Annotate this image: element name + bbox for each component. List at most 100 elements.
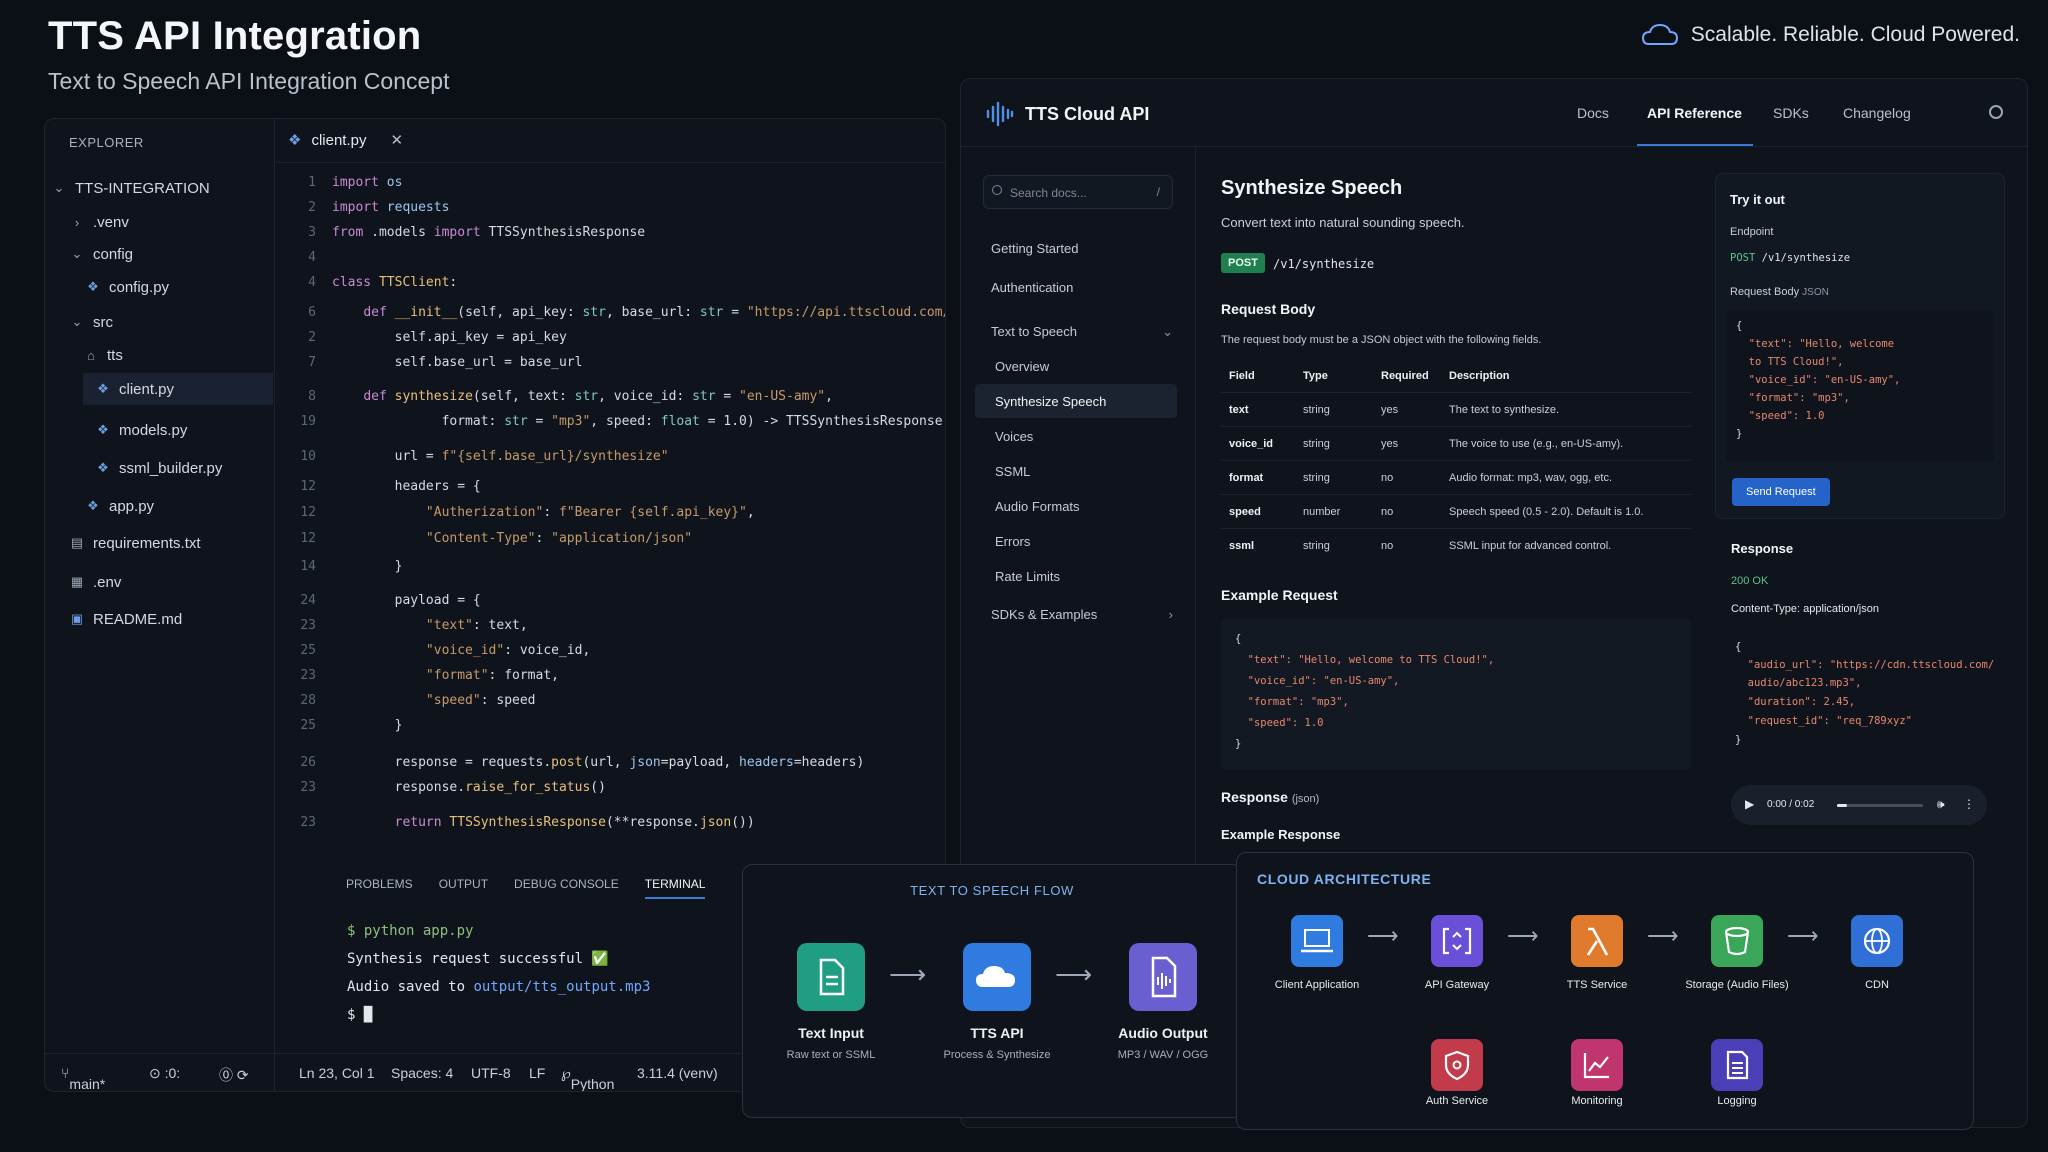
volume-icon[interactable]: 🕪 bbox=[1937, 797, 1945, 812]
arch-label: Auth Service bbox=[1425, 1095, 1489, 1107]
more-icon[interactable]: ⋮ bbox=[1963, 797, 1975, 811]
tree-file-requirements[interactable]: ▤ requirements.txt bbox=[69, 530, 201, 556]
tab-terminal[interactable]: TERMINAL bbox=[644, 863, 706, 899]
arrow-right-icon: ⟶ bbox=[1055, 959, 1093, 989]
send-request-button[interactable]: Send Request bbox=[1732, 478, 1830, 506]
sync-status[interactable]: ⊙ :0: bbox=[149, 1065, 180, 1082]
code-line: 4 class TTSClient: bbox=[308, 275, 458, 290]
endpoint-description: Convert text into natural sounding speec… bbox=[1221, 215, 1465, 230]
audio-time: 0:00 / 0:02 bbox=[1767, 799, 1815, 810]
encoding-status[interactable]: UTF-8 bbox=[471, 1065, 511, 1081]
table-row: voice_id string yes The voice to use (e.g.,… bbox=[1221, 427, 1691, 461]
laptop-icon bbox=[1291, 915, 1343, 967]
tree-root[interactable]: ⌄ TTS-INTEGRATION bbox=[51, 175, 271, 201]
audio-progress-fill bbox=[1837, 804, 1848, 807]
tree-file-app-py[interactable]: ❖ app.py bbox=[85, 493, 154, 519]
chevron-down-icon: ⌄ bbox=[71, 314, 83, 329]
sidebar-item-synthesize-speech[interactable]: Synthesize Speech bbox=[975, 384, 1177, 418]
response-content-type: Content-Type: application/json bbox=[1731, 603, 1879, 615]
play-icon[interactable]: ▶ bbox=[1745, 797, 1754, 811]
sidebar-item-sdks-examples[interactable]: SDKs & Examples › bbox=[991, 607, 1183, 622]
response-heading: Response (json) bbox=[1221, 789, 1320, 805]
tree-file-config-py[interactable]: ❖ config.py bbox=[85, 274, 169, 300]
code-line: 28 "speed": speed bbox=[300, 693, 536, 708]
code-line: 4 bbox=[308, 250, 316, 265]
tree-file-client-py[interactable]: ❖ client.py bbox=[83, 373, 273, 405]
terminal-command: $ python app.py bbox=[347, 923, 474, 939]
log-icon bbox=[1711, 1039, 1763, 1091]
flow-label: TTS API bbox=[970, 1025, 1024, 1041]
sidebar-item-audio-formats[interactable]: Audio Formats bbox=[995, 499, 1080, 514]
interpreter-status[interactable]: 3.11.4 (venv) bbox=[637, 1065, 718, 1081]
markdown-file-icon: ▣ bbox=[70, 611, 84, 626]
tree-folder-config[interactable]: ⌄ config bbox=[69, 241, 133, 267]
gateway-icon bbox=[1431, 915, 1483, 967]
flow-sublabel: Raw text or SSML bbox=[786, 1049, 876, 1061]
code-line: 19 format: str = "mp3", speed: float = 1… bbox=[300, 414, 946, 429]
flow-sublabel: MP3 / WAV / OGG bbox=[1117, 1049, 1209, 1061]
code-line: } bbox=[1235, 738, 1242, 750]
tab-label: client.py bbox=[311, 131, 367, 149]
code-area[interactable]: 1 import os 2 import requests 3 from .model… bbox=[276, 175, 945, 975]
table-header: Field Type Required Description bbox=[1221, 359, 1691, 393]
example-response-heading: Example Response bbox=[1221, 827, 1341, 842]
arch-label: Client Application bbox=[1274, 979, 1360, 991]
code-line: 24 payload = { bbox=[300, 593, 481, 608]
indent-status[interactable]: Spaces: 4 bbox=[391, 1065, 453, 1081]
sidebar-item-errors[interactable]: Errors bbox=[995, 534, 1030, 549]
tagline: Scalable. Reliable. Cloud Powered. bbox=[1641, 22, 2020, 48]
tree-label: config.py bbox=[109, 278, 170, 296]
endpoint-title: Synthesize Speech bbox=[1221, 177, 1403, 199]
table-row: ssml string no SSML input for advanced cont… bbox=[1229, 540, 1612, 552]
tab-debug-console[interactable]: DEBUG CONSOLE bbox=[514, 863, 619, 899]
nav-api-reference[interactable]: API Reference bbox=[1647, 105, 1742, 121]
tree-folder-src[interactable]: ⌄ src bbox=[69, 309, 113, 335]
code-line: 12 headers = { bbox=[300, 479, 481, 494]
tab-client-py[interactable]: ❖ client.py ✕ bbox=[288, 131, 403, 150]
tree-folder-venv[interactable]: › .venv bbox=[69, 209, 129, 235]
nav-sdks[interactable]: SDKs bbox=[1773, 105, 1809, 121]
brand[interactable]: TTS Cloud API bbox=[985, 101, 1149, 127]
git-branch[interactable]: ⑂ main* bbox=[61, 1065, 105, 1091]
sidebar-item-getting-started[interactable]: Getting Started bbox=[991, 241, 1078, 256]
sidebar-item-voices[interactable]: Voices bbox=[995, 429, 1033, 444]
warnings-status[interactable]: ⓪ ⟳ bbox=[219, 1065, 249, 1085]
cursor-position[interactable]: Ln 23, Col 1 bbox=[299, 1065, 375, 1081]
tree-label: TTS-INTEGRATION bbox=[75, 179, 210, 197]
sidebar-item-rate-limits[interactable]: Rate Limits bbox=[995, 569, 1060, 584]
code-line: 25 "voice_id": voice_id, bbox=[300, 643, 591, 658]
tree-file-ssml-builder-py[interactable]: ❖ ssml_builder.py bbox=[95, 455, 222, 481]
sidebar-item-authentication[interactable]: Authentication bbox=[991, 280, 1073, 295]
try-endpoint: POST /v1/synthesize bbox=[1730, 252, 1851, 264]
tree-file-env[interactable]: ▦ .env bbox=[69, 569, 122, 595]
tree-label: src bbox=[93, 313, 113, 331]
nav-docs[interactable]: Docs bbox=[1577, 105, 1609, 121]
close-icon[interactable]: ✕ bbox=[390, 131, 403, 149]
code-line: 2 self.api_key = api_key bbox=[308, 330, 567, 345]
sidebar-item-ssml[interactable]: SSML bbox=[995, 464, 1030, 479]
tree-file-models-py[interactable]: ❖ models.py bbox=[95, 417, 187, 443]
python-file-icon: ❖ bbox=[87, 498, 99, 513]
sidebar-item-text-to-speech[interactable]: Text to Speech ⌄ bbox=[991, 324, 1183, 339]
terminal-prompt: $ █ bbox=[347, 1007, 373, 1023]
tab-problems[interactable]: PROBLEMS bbox=[346, 863, 413, 899]
tree-folder-tts[interactable]: ⌂ tts bbox=[83, 342, 123, 368]
theme-toggle-icon[interactable] bbox=[1989, 105, 2003, 119]
language-status[interactable]: ℘ Python bbox=[561, 1065, 614, 1091]
sidebar-item-overview[interactable]: Overview bbox=[995, 359, 1049, 374]
audio-player: ▶ 0:00 / 0:02 🕪 ⋮ bbox=[1731, 785, 1987, 825]
tab-output[interactable]: OUTPUT bbox=[439, 863, 488, 899]
audio-progress-track[interactable] bbox=[1837, 804, 1923, 807]
search-input[interactable]: Search docs... / bbox=[983, 175, 1173, 209]
chevron-right-icon: › bbox=[74, 214, 80, 230]
response-body: { "audio_url": "https://cdn.ttscloud.com… bbox=[1735, 641, 1995, 746]
bucket-icon bbox=[1711, 915, 1763, 967]
terminal-line: Audio saved to output/tts_output.mp3 bbox=[347, 979, 651, 995]
tree-file-readme[interactable]: ▣ README.md bbox=[69, 606, 182, 632]
soundwave-icon bbox=[986, 101, 1014, 127]
request-body-editor[interactable]: { "text": "Hello, welcome to TTS Cloud!"… bbox=[1726, 310, 1994, 462]
terminal[interactable]: $ python app.py Synthesis request succes… bbox=[347, 917, 650, 1029]
folder-icon: ⌂ bbox=[87, 347, 95, 363]
nav-changelog[interactable]: Changelog bbox=[1843, 105, 1911, 121]
eol-status[interactable]: LF bbox=[529, 1065, 545, 1081]
